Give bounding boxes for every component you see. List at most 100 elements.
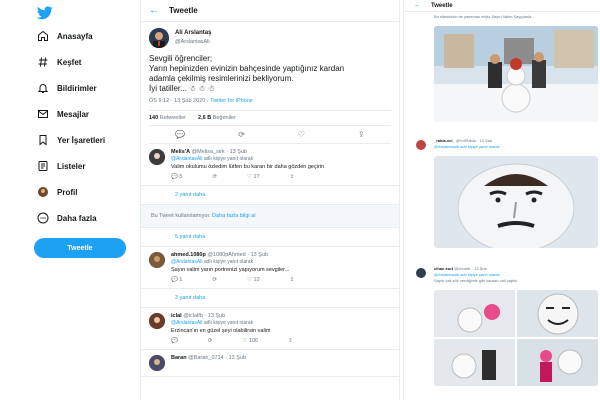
author-name[interactable]: Ali Arslantaş xyxy=(175,29,211,38)
reply-author-handle[interactable]: @1080pAhmed xyxy=(207,252,245,258)
more-icon xyxy=(37,212,49,224)
avatar[interactable] xyxy=(416,268,426,278)
avatar[interactable] xyxy=(149,313,165,329)
avatar[interactable] xyxy=(149,252,165,268)
reply-author-handle[interactable]: @VclRabia xyxy=(456,138,476,143)
tweet-source-link[interactable]: Twitter for iPhone xyxy=(210,98,253,104)
like-icon[interactable]: ♡ xyxy=(298,130,305,139)
reply-author-name[interactable]: Baran xyxy=(171,355,187,361)
like-count[interactable]: ♡ 12 xyxy=(247,277,260,283)
reply-author-name[interactable]: cihan kurt xyxy=(434,266,453,271)
reply-time[interactable]: · 13 Şub xyxy=(477,138,492,143)
back-arrow-icon[interactable]: ← xyxy=(149,5,159,16)
reply-header-line: iclal @iclalfb · 13 Şub xyxy=(171,313,391,319)
reply-icon[interactable]: 💬 xyxy=(171,338,178,344)
retweet-icon[interactable]: ⟳ xyxy=(238,130,245,139)
reply-text: Sayın valim yarın portrenizi yapıyorum s… xyxy=(171,267,290,273)
sidebar-item-label: Anasayfa xyxy=(57,31,93,41)
avatar[interactable] xyxy=(416,140,426,150)
back-arrow-icon[interactable]: ← xyxy=(414,2,421,9)
sidebar-item-explore[interactable]: Keşfet xyxy=(37,55,81,69)
reply-author-name[interactable]: _rabia.vcl_ xyxy=(434,138,455,143)
reply-tweet[interactable]: iclal @iclalfb · 13 Şub @ArslantasAli ad… xyxy=(141,308,399,350)
avatar-image xyxy=(149,252,165,268)
tweet-meta: ÖS 9:12 · 13 Şub 2020 · Twitter for iPho… xyxy=(149,98,391,104)
reply-author-handle[interactable]: @chnetfr xyxy=(454,266,470,271)
reply-tweet[interactable]: Baran @Baran_0714 · 13 Şub xyxy=(141,350,399,377)
share-icon[interactable]: ⇪ xyxy=(290,277,295,283)
avatar[interactable] xyxy=(149,355,165,371)
like-count[interactable]: ♡ 17 xyxy=(247,174,260,180)
snowman-collage-photo[interactable] xyxy=(434,290,598,386)
retweet-icon[interactable]: ⟳ xyxy=(212,277,217,283)
share-icon[interactable]: ⇪ xyxy=(358,130,365,139)
likes-count: 2,6 B xyxy=(198,115,212,121)
reply-to-link[interactable]: @ArslantasAli adlı kişiye yanıt olarak xyxy=(434,144,500,149)
bell-icon xyxy=(37,84,49,93)
more-replies-link[interactable]: 3 yanıt daha xyxy=(141,289,399,308)
like-count[interactable]: ♡ 106 xyxy=(242,338,258,344)
reply-author-handle[interactable]: @iclalfb xyxy=(183,313,203,319)
sidebar-item-lists[interactable]: Listeler xyxy=(37,159,85,173)
reply-to-suffix: adlı kişiye yanıt olarak xyxy=(203,156,254,162)
sidebar-item-messages[interactable]: Mesajlar xyxy=(37,107,89,121)
reply-time[interactable]: · 13 Şub xyxy=(472,266,487,271)
tweet-text: Sevgili öğrenciler; Yarın hepinizden evi… xyxy=(149,54,391,94)
reply-context: @ArslantasAli adlı kişiye yanıt olarak xyxy=(171,259,391,265)
reply-time[interactable]: · 13 Şub xyxy=(226,149,247,155)
reply-author-name[interactable]: iclal xyxy=(171,313,182,319)
reply-head: iclal @iclalfb · 13 Şub @ArslantasAli ad… xyxy=(149,313,391,344)
more-replies-link[interactable]: 2 yanıt daha xyxy=(141,186,399,205)
reply-to-link[interactable]: @ArslantasAli adlı kişiye yanıt olarak xyxy=(434,272,500,277)
sidebar-item-home[interactable]: Anasayfa xyxy=(37,29,93,43)
tweet-stats: 140 Retweetler 2,6 B Beğeniler xyxy=(149,110,391,126)
reply-tweet[interactable]: Melis'A @Melisa_sirk · 13 Şub @Arslantas… xyxy=(141,144,399,186)
reply-actions: 💬 1 ⟳ ♡ 12 ⇪ xyxy=(171,277,391,283)
retweet-icon[interactable]: ⟳ xyxy=(212,174,217,180)
reply-tweet[interactable]: ahmed.1080p @1080pAhmed · 13 Şub @Arslan… xyxy=(141,247,399,289)
more-replies-link[interactable]: 5 yanıt daha xyxy=(141,228,399,247)
reply-to-link[interactable]: @ArslantasAli xyxy=(171,320,202,326)
reply-count[interactable]: 💬 5 xyxy=(171,174,182,180)
sidebar-item-label: Yer İşaretleri xyxy=(57,135,106,145)
tweet-button[interactable]: Tweetle xyxy=(34,238,126,258)
sidebar-item-more[interactable]: Daha fazla xyxy=(37,211,97,225)
reply-to-suffix: adlı kişiye yanıt olarak xyxy=(203,259,254,265)
reply-to-suffix: adlı kişiye yanıt olarak xyxy=(203,320,254,326)
reply-to-link[interactable]: @ArslantasAli xyxy=(171,156,202,162)
reply-time[interactable]: · 13 Şub xyxy=(225,355,246,361)
sidebar-item-notifications[interactable]: Bildirimler xyxy=(37,81,97,95)
reply-text: Sayın vali söz verdiğimiz gibi kardan va… xyxy=(434,278,518,283)
share-icon[interactable]: ⇪ xyxy=(290,174,295,180)
snowman-face-photo[interactable] xyxy=(434,156,598,248)
author-handle[interactable]: @ArslantasAli xyxy=(175,38,211,47)
avatar[interactable] xyxy=(149,149,165,165)
twitter-logo-icon[interactable] xyxy=(37,6,53,20)
sidebar-item-bookmarks[interactable]: Yer İşaretleri xyxy=(37,133,105,147)
share-icon[interactable]: ⇪ xyxy=(288,338,293,344)
tweet-time[interactable]: ÖS 9:12 · 13 Şub 2020 · xyxy=(149,98,209,104)
reply-author-handle[interactable]: @Baran_0714 xyxy=(188,355,224,361)
retweets-stat[interactable]: 140 Retweetler xyxy=(149,115,186,121)
retweet-icon[interactable]: ⟳ xyxy=(208,338,213,344)
reply-time[interactable]: · 13 Şub xyxy=(247,252,268,258)
tweet-text-line: adamla çekilmiş resimlerinizi bekliyorum… xyxy=(149,74,294,83)
likes-stat[interactable]: 2,6 B Beğeniler xyxy=(198,115,236,121)
reply-author-handle[interactable]: @Melisa_sirk xyxy=(192,149,225,155)
sidebar-item-profile[interactable]: Profil xyxy=(37,185,77,199)
reply-author-name[interactable]: ahmed.1080p xyxy=(171,252,206,258)
right-title: Tweetle xyxy=(431,2,453,9)
reply-icon[interactable]: 💬 xyxy=(175,130,185,139)
reply-header-line: _rabia.vcl_ @VclRabia · 13 Şub @Arslanta… xyxy=(434,138,500,150)
avatar[interactable] xyxy=(149,28,169,48)
snowman-photo[interactable] xyxy=(434,26,598,122)
avatar-image xyxy=(149,355,165,371)
sidebar-item-label: Listeler xyxy=(57,161,86,171)
learn-more-link[interactable]: Daha fazla bilgi al xyxy=(212,213,255,219)
sidebar-item-label: Daha fazla xyxy=(57,213,97,223)
reply-time[interactable]: · 13 Şub xyxy=(204,313,225,319)
reply-to-link[interactable]: @ArslantasAli xyxy=(171,259,202,265)
reply-author-name[interactable]: Melis'A xyxy=(171,149,190,155)
reply-count[interactable]: 💬 1 xyxy=(171,277,182,283)
tweet-text-line: Sevgili öğrenciler; xyxy=(149,54,213,63)
